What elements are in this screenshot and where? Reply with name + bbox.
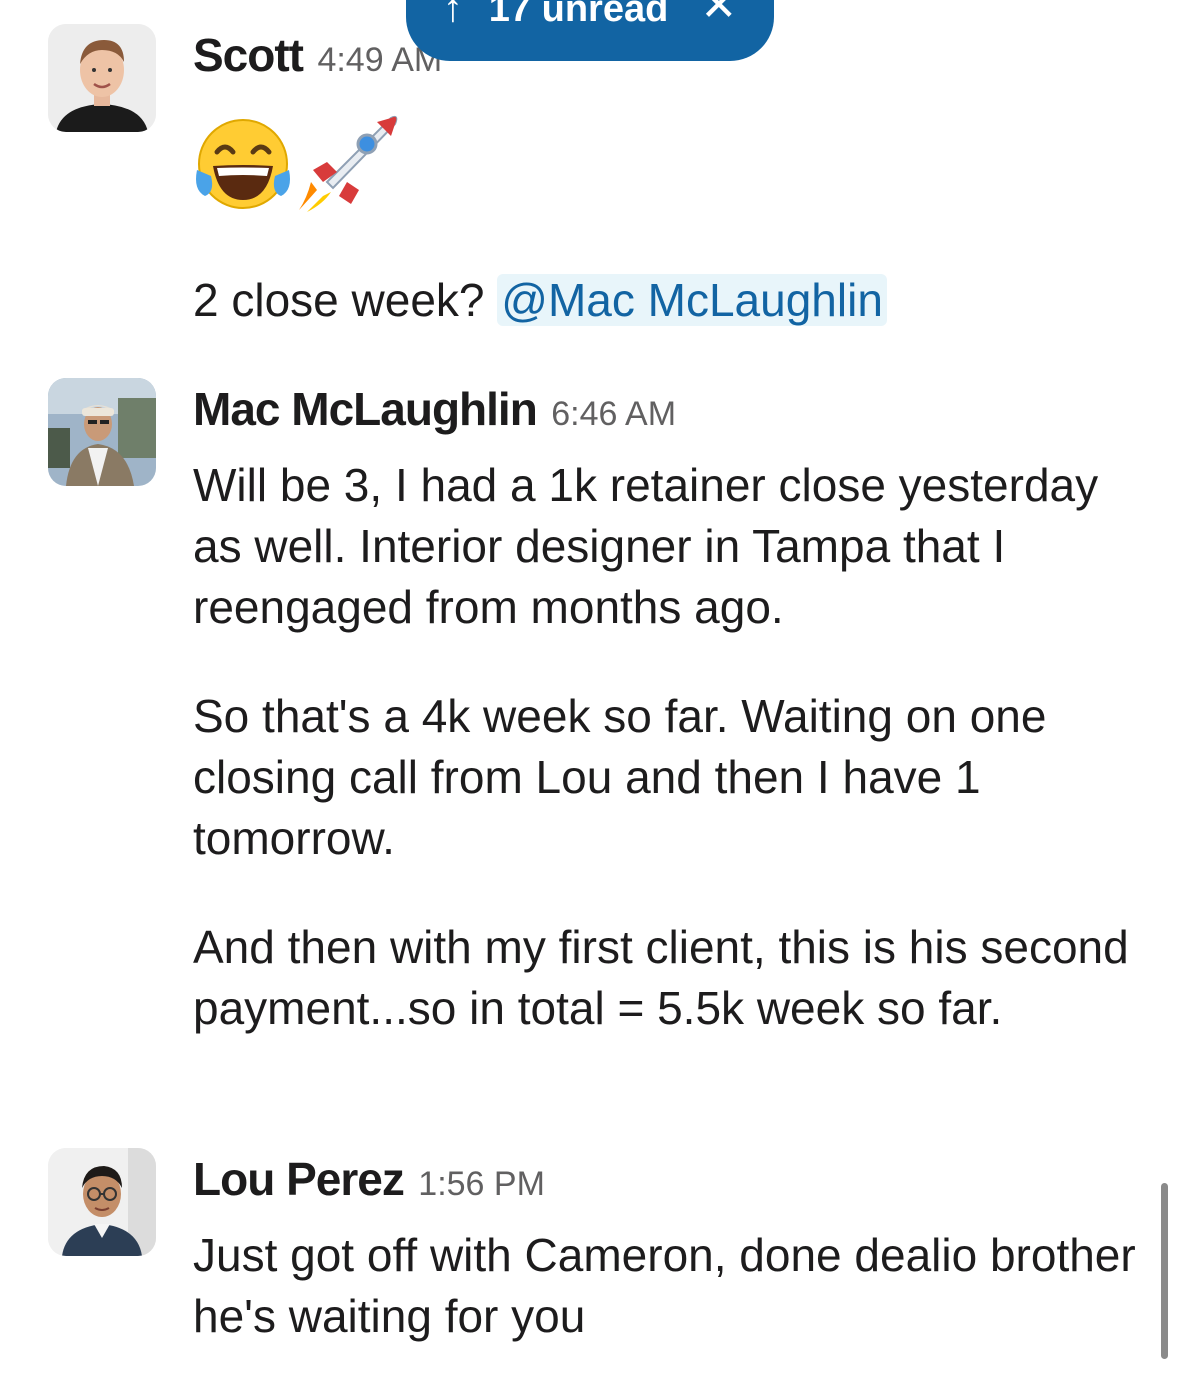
timestamp[interactable]: 6:46 AM [551,395,676,433]
close-icon[interactable]: ✕ [700,0,737,31]
message-header: Mac McLaughlin 6:46 AM [193,382,676,436]
avatar-lou[interactable] [48,1148,156,1256]
message-body: 2 close week? @Mac McLaughlin [193,270,1153,331]
rocket-emoji-icon [299,115,398,212]
message-paragraph: Will be 3, I had a 1k retainer close yes… [193,459,1099,633]
message-paragraph: So that's a 4k week so far. Waiting on o… [193,690,1047,864]
avatar-mac-image [48,378,156,486]
avatar-scott-image [48,24,156,132]
message-paragraph: And then with my first client, this is h… [193,921,1129,1034]
avatar-scott[interactable] [48,24,156,132]
message-header: Scott 4:49 AM [193,28,442,82]
author-name[interactable]: Scott [193,29,304,81]
arrow-up-icon: ↑ [442,0,463,30]
laughing-tears-emoji-icon [196,119,290,209]
unread-banner[interactable]: ↑ 17 unread ✕ [406,0,774,61]
author-name[interactable]: Mac McLaughlin [193,383,538,435]
message-body: Just got off with Cameron, done dealio b… [193,1225,1153,1395]
message-text: 2 close week? [193,274,485,326]
message-body: Will be 3, I had a 1k retainer close yes… [193,455,1153,1087]
timestamp[interactable]: 1:56 PM [418,1165,545,1203]
author-name[interactable]: Lou Perez [193,1153,405,1205]
avatar-lou-image [48,1148,156,1256]
unread-count-label: 17 unread [488,0,669,30]
avatar-mac[interactable] [48,378,156,486]
message-header: Lou Perez 1:56 PM [193,1152,545,1206]
user-mention[interactable]: @Mac McLaughlin [497,274,887,326]
scrollbar[interactable] [1161,1183,1168,1359]
message-paragraph: Just got off with Cameron, done dealio b… [193,1229,1136,1342]
emoji-row [193,112,401,212]
